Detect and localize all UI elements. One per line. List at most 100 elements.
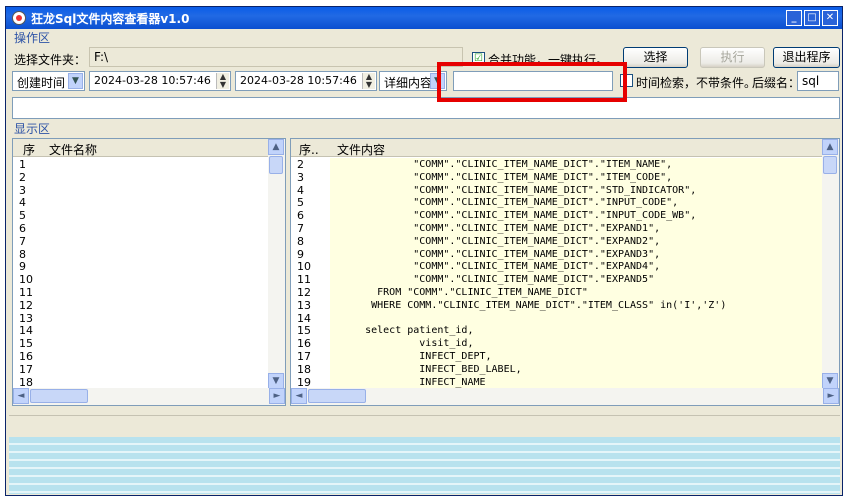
- close-button[interactable]: ✕: [822, 10, 838, 26]
- line-number: 18: [297, 362, 311, 376]
- list-item-seq: 18: [19, 375, 33, 389]
- line-content: "COMM"."CLINIC_ITEM_NAME_DICT"."INPUT_CO…: [335, 197, 679, 209]
- chevron-down-icon[interactable]: ▼: [68, 73, 83, 89]
- table-row[interactable]: 8 "COMM"."CLINIC_ITEM_NAME_DICT"."EXPAND…: [291, 235, 821, 248]
- line-number: 19: [297, 375, 311, 389]
- line-content: visit_id,: [335, 338, 474, 350]
- content-header: 序.. 文件内容: [291, 139, 839, 157]
- scroll-thumb[interactable]: [308, 389, 366, 403]
- line-number: 8: [297, 234, 304, 248]
- line-content: select patient_id,: [335, 325, 474, 337]
- line-content: INFECT_NAME: [335, 376, 486, 388]
- line-number: 13: [297, 298, 311, 312]
- line-content: INFECT_DEPT,: [335, 351, 492, 362]
- table-row[interactable]: 14: [291, 312, 821, 325]
- line-number: 3: [297, 170, 304, 184]
- file-list-panel: 序 文件名称 1 2 3 4 5 6 7 8 9 10 11 12 13 14 15 16 17 18 ▲ ▼ ◄…: [12, 138, 286, 406]
- sort-field-value: 创建时间: [17, 76, 66, 90]
- list-item-seq: 12: [19, 298, 33, 312]
- scroll-down-icon[interactable]: ▼: [822, 373, 838, 389]
- date-from-value: 2024-03-28 10:57:46: [94, 74, 211, 87]
- spin-icon[interactable]: ▲ ▼: [216, 73, 229, 89]
- footer-stripes: [9, 437, 840, 494]
- scroll-thumb[interactable]: [823, 156, 837, 174]
- date-to-picker[interactable]: 2024-03-28 10:57:46 ▲ ▼: [235, 71, 377, 91]
- content-panel: 序.. 文件内容 2 "COMM"."CLINIC_ITEM_NAME_DICT…: [290, 138, 840, 406]
- line-number: 15: [297, 324, 311, 338]
- line-content: FROM "COMM"."CLINIC_ITEM_NAME_DICT": [335, 287, 588, 298]
- title-bar: 狂龙Sql文件内容查看器v1.0 _ □ ✕: [6, 7, 842, 29]
- date-from-picker[interactable]: 2024-03-28 10:57:46 ▲ ▼: [89, 71, 231, 91]
- line-number: 11: [297, 273, 311, 287]
- file-list-header: 序 文件名称: [13, 139, 285, 157]
- list-item-seq: 14: [19, 324, 33, 338]
- list-item-seq: 8: [19, 247, 26, 261]
- list-item-seq: 3: [19, 183, 26, 197]
- suffix-input[interactable]: sql: [797, 71, 839, 91]
- list-item-seq: 1: [19, 158, 26, 171]
- sort-field-select[interactable]: 创建时间 ▼: [12, 71, 85, 91]
- scroll-thumb[interactable]: [30, 389, 88, 403]
- table-row[interactable]: 13 WHERE COMM."CLINIC_ITEM_NAME_DICT"."I…: [291, 299, 821, 312]
- minimize-button[interactable]: _: [786, 10, 802, 26]
- detail-field-value: 详细内容: [384, 76, 433, 90]
- content-vscroll[interactable]: ▲ ▼: [822, 139, 839, 389]
- scroll-up-icon[interactable]: ▲: [268, 139, 284, 155]
- spin-icon[interactable]: ▲ ▼: [362, 73, 375, 89]
- table-row[interactable]: 12 FROM "COMM"."CLINIC_ITEM_NAME_DICT": [291, 286, 821, 299]
- scroll-left-icon[interactable]: ◄: [13, 388, 29, 404]
- scroll-thumb[interactable]: [269, 156, 283, 174]
- maximize-button[interactable]: □: [804, 10, 820, 26]
- line-number: 17: [297, 350, 311, 363]
- scroll-right-icon[interactable]: ►: [823, 388, 839, 404]
- table-row[interactable]: 9 "COMM"."CLINIC_ITEM_NAME_DICT"."EXPAND…: [291, 248, 821, 261]
- table-row[interactable]: 17 INFECT_DEPT,: [291, 350, 821, 363]
- window-title: 狂龙Sql文件内容查看器v1.0: [31, 11, 190, 26]
- content-header-label[interactable]: 文件内容: [337, 141, 385, 158]
- file-list-vscroll[interactable]: ▲ ▼: [268, 139, 285, 389]
- line-number: 6: [297, 209, 304, 223]
- file-seq-header[interactable]: 序: [23, 141, 35, 158]
- table-row[interactable]: 3 "COMM"."CLINIC_ITEM_NAME_DICT"."ITEM_C…: [291, 171, 821, 184]
- time-search-label: 时间检索，不带条件。: [636, 76, 757, 90]
- table-row[interactable]: 5 "COMM"."CLINIC_ITEM_NAME_DICT"."INPUT_…: [291, 196, 821, 209]
- exit-button[interactable]: 退出程序: [773, 47, 840, 68]
- table-row[interactable]: 15 select patient_id,: [291, 324, 821, 337]
- choose-button[interactable]: 选择: [623, 47, 688, 68]
- scroll-down-icon[interactable]: ▼: [268, 373, 284, 389]
- content-seq-header[interactable]: 序..: [299, 141, 319, 158]
- list-item-seq: 16: [19, 350, 33, 363]
- table-row[interactable]: 11 "COMM"."CLINIC_ITEM_NAME_DICT"."EXPAN…: [291, 273, 821, 286]
- table-row[interactable]: 18 INFECT_BED_LABEL,: [291, 363, 821, 376]
- scroll-right-icon[interactable]: ►: [269, 388, 285, 404]
- list-item-seq: 17: [19, 362, 33, 376]
- list-item-seq: 15: [19, 337, 33, 351]
- line-content: "COMM"."CLINIC_ITEM_NAME_DICT"."STD_INDI…: [335, 184, 697, 196]
- line-number: 9: [297, 247, 304, 261]
- content-hscroll[interactable]: ◄ ►: [291, 388, 839, 405]
- table-row[interactable]: 6 "COMM"."CLINIC_ITEM_NAME_DICT"."INPUT_…: [291, 209, 821, 222]
- app-window: 狂龙Sql文件内容查看器v1.0 _ □ ✕ 操作区 选择文件夹： F:\ ☑ …: [5, 6, 843, 496]
- list-item-seq: 10: [19, 273, 33, 287]
- execute-button[interactable]: 执行: [700, 47, 765, 68]
- table-row[interactable]: 19 INFECT_NAME: [291, 376, 821, 389]
- line-content: "COMM"."CLINIC_ITEM_NAME_DICT"."EXPAND3"…: [335, 248, 661, 260]
- folder-path-field: F:\: [89, 47, 463, 67]
- line-content: "COMM"."CLINIC_ITEM_NAME_DICT"."ITEM_COD…: [335, 171, 673, 183]
- table-row[interactable]: 10 "COMM"."CLINIC_ITEM_NAME_DICT"."EXPAN…: [291, 260, 821, 273]
- table-row[interactable]: 4 "COMM"."CLINIC_ITEM_NAME_DICT"."STD_IN…: [291, 184, 821, 197]
- line-number: 4: [297, 183, 304, 197]
- scroll-left-icon[interactable]: ◄: [291, 388, 307, 404]
- line-content: "COMM"."CLINIC_ITEM_NAME_DICT"."EXPAND1"…: [335, 223, 661, 234]
- scroll-up-icon[interactable]: ▲: [822, 139, 838, 155]
- table-row[interactable]: 2 "COMM"."CLINIC_ITEM_NAME_DICT"."ITEM_N…: [291, 158, 821, 171]
- table-row[interactable]: 7 "COMM"."CLINIC_ITEM_NAME_DICT"."EXPAND…: [291, 222, 821, 235]
- line-content: "COMM"."CLINIC_ITEM_NAME_DICT"."ITEM_NAM…: [335, 159, 673, 170]
- file-name-header[interactable]: 文件名称: [49, 141, 97, 158]
- line-content: WHERE COMM."CLINIC_ITEM_NAME_DICT"."ITEM…: [335, 299, 727, 311]
- table-row[interactable]: 16 visit_id,: [291, 337, 821, 350]
- line-content: "COMM"."CLINIC_ITEM_NAME_DICT"."EXPAND2"…: [335, 235, 661, 247]
- file-list-hscroll[interactable]: ◄ ►: [13, 388, 285, 405]
- path-input[interactable]: [12, 97, 840, 119]
- line-number: 5: [297, 196, 304, 210]
